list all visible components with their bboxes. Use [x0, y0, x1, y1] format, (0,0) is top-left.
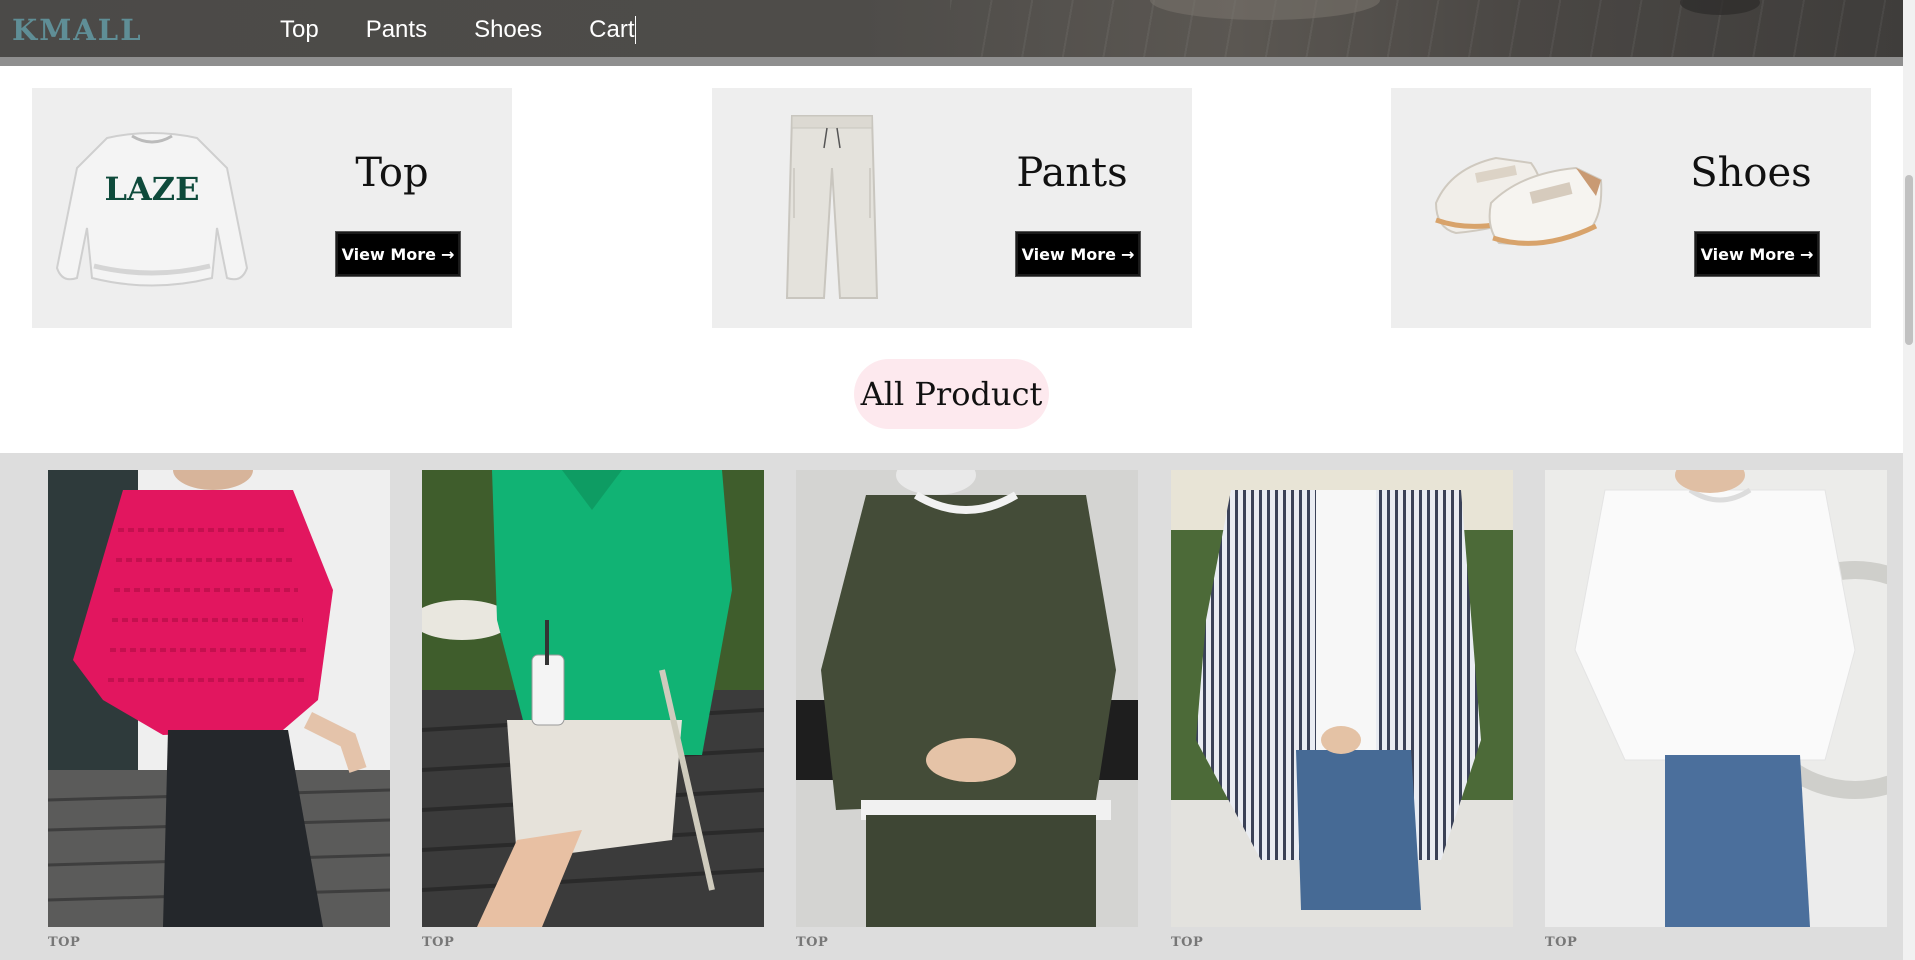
product-card[interactable]: TOP: [412, 470, 765, 950]
view-more-label: View More: [341, 244, 437, 264]
nav-item-shoes[interactable]: Shoes: [474, 16, 542, 44]
white-tee-photo[interactable]: [1545, 457, 1915, 927]
product-card[interactable]: TOP: [1545, 457, 1915, 950]
view-more-button[interactable]: View More →: [1015, 231, 1141, 277]
category-title: Shoes: [1690, 150, 1812, 196]
logo[interactable]: KMALL: [12, 13, 143, 47]
site-header: KMALL Top Pants Shoes Cart: [0, 0, 1903, 57]
arrow-right-icon: →: [1800, 244, 1814, 264]
product-card[interactable]: TOP: [47, 450, 391, 950]
all-product-heading: All Product: [854, 359, 1049, 429]
striped-shirt-photo[interactable]: [1171, 470, 1513, 927]
product-category: TOP: [1545, 935, 1578, 950]
arrow-right-icon: →: [1121, 244, 1135, 264]
scrollbar-thumb[interactable]: [1905, 175, 1913, 345]
view-more-label: View More: [1021, 244, 1117, 264]
arrow-right-icon: →: [441, 244, 455, 264]
nav-item-cart[interactable]: Cart: [589, 16, 637, 44]
green-polo-knit-photo[interactable]: [412, 470, 765, 927]
product-category: TOP: [1171, 935, 1204, 950]
view-more-button[interactable]: View More →: [335, 231, 461, 277]
category-title: Pants: [1016, 150, 1128, 196]
pink-knit-tee-photo[interactable]: [47, 450, 391, 927]
category-title: Top: [355, 150, 429, 196]
pants-image: [785, 115, 879, 299]
sweatshirt-image: LAZE: [55, 132, 249, 287]
header-divider: [0, 57, 1903, 66]
category-card-pants: Pants View More →: [712, 88, 1192, 328]
category-card-shoes: Shoes View More →: [1391, 88, 1871, 328]
product-card[interactable]: TOP: [1171, 470, 1513, 950]
text-caret: [635, 16, 637, 44]
view-more-label: View More: [1700, 244, 1796, 264]
svg-text:LAZE: LAZE: [104, 170, 199, 208]
sneakers-image: [1434, 156, 1603, 246]
category-card-top: LAZE Top View More →: [32, 88, 512, 328]
product-card[interactable]: TOP: [796, 455, 1138, 950]
nav-item-top[interactable]: Top: [280, 16, 319, 44]
main-nav: Top Pants Shoes Cart: [280, 16, 683, 44]
view-more-button[interactable]: View More →: [1694, 231, 1820, 277]
nav-item-cart-label: Cart: [589, 16, 635, 43]
product-category: TOP: [48, 935, 81, 950]
header-background-image: [950, 0, 1903, 57]
nav-item-pants[interactable]: Pants: [366, 16, 427, 44]
product-category: TOP: [796, 935, 829, 950]
product-category: TOP: [422, 935, 455, 950]
olive-sweatshirt-photo[interactable]: [796, 455, 1138, 927]
page-scrollbar[interactable]: [1903, 0, 1915, 960]
